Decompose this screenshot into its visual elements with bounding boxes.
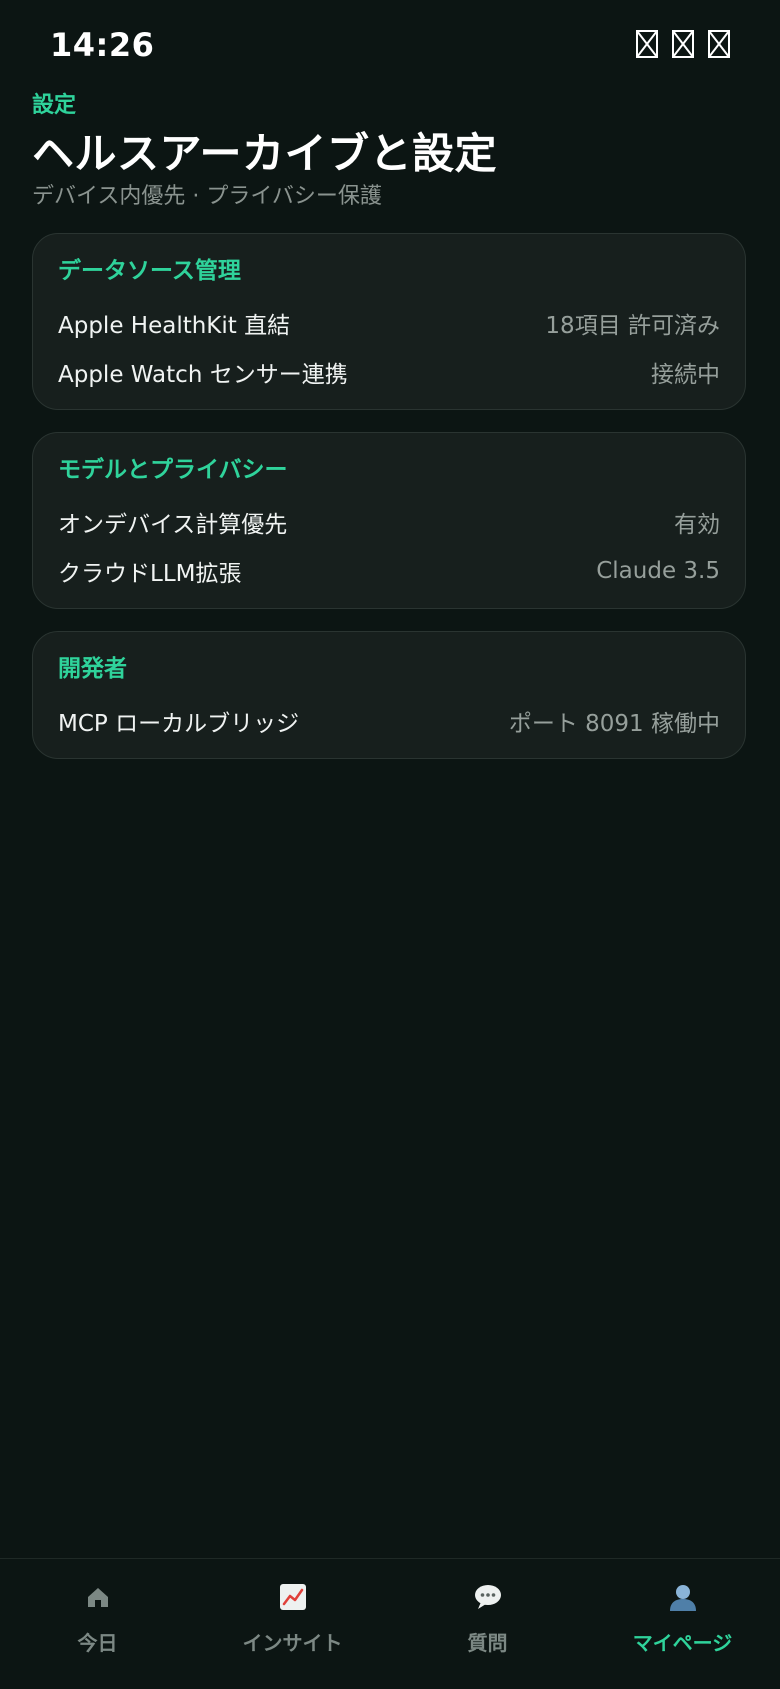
- cloud-llm-row[interactable]: クラウドLLM拡張 Claude 3.5: [58, 546, 720, 595]
- healthkit-row[interactable]: Apple HealthKit 直結 18項目 許可済み: [58, 298, 720, 347]
- status-icons: [636, 30, 730, 58]
- mcp-bridge-value: ポート 8091 稼働中: [508, 710, 720, 737]
- mcp-bridge-label: MCP ローカルブリッジ: [58, 710, 300, 737]
- tab-mypage-label: マイページ: [632, 1631, 733, 1655]
- tab-question[interactable]: 質問: [390, 1559, 585, 1689]
- page-title: ヘルスアーカイブと設定: [32, 129, 497, 178]
- developer-card: 開発者 MCP ローカルブリッジ ポート 8091 稼働中: [32, 631, 746, 759]
- wifi-icon: [672, 30, 694, 58]
- apple-watch-label: Apple Watch センサー連携: [58, 361, 348, 388]
- on-device-row[interactable]: オンデバイス計算優先 有効: [58, 497, 720, 546]
- tab-today-label: 今日: [77, 1631, 118, 1655]
- tab-today[interactable]: 今日: [0, 1559, 195, 1689]
- tab-insight[interactable]: インサイト: [195, 1559, 390, 1689]
- apple-watch-row[interactable]: Apple Watch センサー連携 接続中: [58, 347, 720, 396]
- healthkit-label: Apple HealthKit 直結: [58, 312, 291, 339]
- data-source-card: データソース管理 Apple HealthKit 直結 18項目 許可済み Ap…: [32, 233, 746, 410]
- status-bar: 14:26: [0, 0, 780, 90]
- healthkit-value: 18項目 許可済み: [545, 312, 720, 339]
- apple-watch-value: 接続中: [651, 361, 720, 388]
- cloud-llm-label: クラウドLLM拡張: [58, 560, 242, 587]
- on-device-value: 有効: [674, 511, 720, 538]
- tab-insight-label: インサイト: [242, 1631, 343, 1655]
- chat-bubble-icon: [474, 1585, 501, 1609]
- signal-icon: [636, 30, 658, 58]
- data-source-card-title: データソース管理: [58, 258, 241, 284]
- status-time: 14:26: [50, 26, 155, 64]
- page-eyebrow: 設定: [32, 93, 77, 118]
- page-header: 設定 ヘルスアーカイブと設定 デバイス内優先 · プライバシー保護: [32, 92, 748, 212]
- cloud-llm-value: Claude 3.5: [596, 557, 720, 584]
- person-icon: [669, 1585, 696, 1611]
- model-privacy-card-title: モデルとプライバシー: [58, 457, 288, 483]
- tab-bar: 今日 インサイト 質問 マイページ: [0, 1558, 780, 1689]
- mcp-bridge-row[interactable]: MCP ローカルブリッジ ポート 8091 稼働中: [58, 696, 720, 745]
- model-privacy-card: モデルとプライバシー オンデバイス計算優先 有効 クラウドLLM拡張 Claud…: [32, 432, 746, 609]
- home-icon: [87, 1588, 108, 1607]
- tab-mypage[interactable]: マイページ: [585, 1559, 780, 1689]
- developer-card-title: 開発者: [58, 656, 127, 682]
- on-device-label: オンデバイス計算優先: [58, 511, 288, 538]
- page-subtitle: デバイス内優先 · プライバシー保護: [32, 184, 382, 209]
- chart-icon: [279, 1584, 306, 1610]
- battery-icon: [708, 30, 730, 58]
- tab-question-label: 質問: [467, 1631, 508, 1655]
